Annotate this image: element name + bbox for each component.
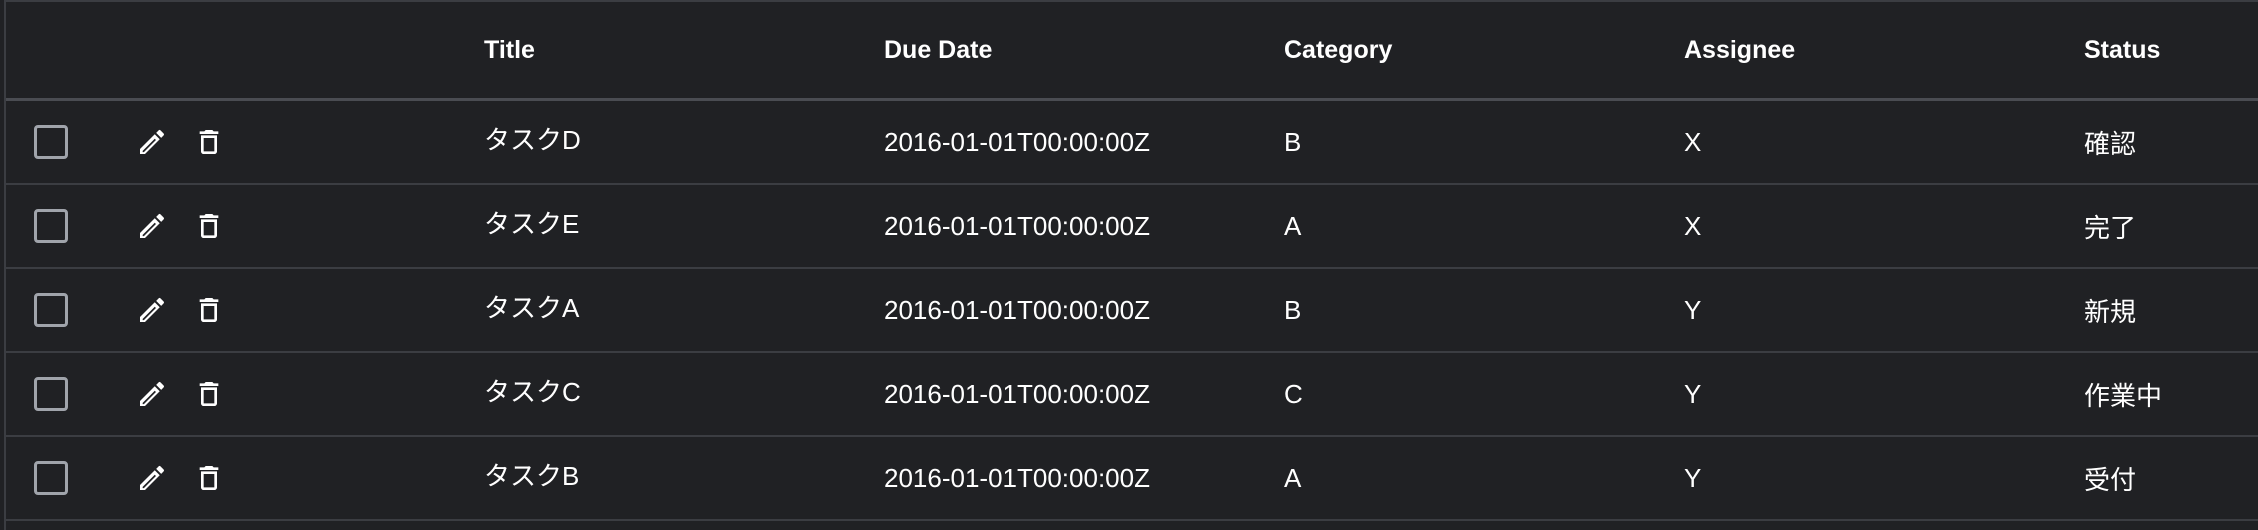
column-header-assignee[interactable]: Assignee	[1684, 2, 1795, 98]
trash-icon[interactable]	[193, 210, 225, 242]
row-select-checkbox[interactable]	[34, 377, 68, 411]
table-row: タスクA 2016-01-01T00:00:00Z B Y 新規	[6, 269, 2258, 353]
row-select-checkbox[interactable]	[34, 125, 68, 159]
row-select-checkbox[interactable]	[34, 461, 68, 495]
trash-icon[interactable]	[193, 294, 225, 326]
pencil-icon[interactable]	[136, 462, 168, 494]
cell-assignee: Y	[1684, 462, 1702, 493]
row-select-checkbox[interactable]	[34, 209, 68, 243]
table-row: タスクE 2016-01-01T00:00:00Z A X 完了	[6, 185, 2258, 269]
column-header-category[interactable]: Category	[1284, 2, 1392, 98]
cell-assignee: Y	[1684, 378, 1702, 409]
column-header-title[interactable]: Title	[484, 2, 535, 98]
column-header-due-date[interactable]: Due Date	[884, 2, 992, 98]
cell-title: タスクB	[484, 460, 580, 491]
cell-due-date: 2016-01-01T00:00:00Z	[884, 462, 1150, 493]
cell-category: A	[1284, 210, 1302, 241]
cell-category: C	[1284, 378, 1303, 409]
cell-category: A	[1284, 462, 1302, 493]
cell-assignee: X	[1684, 126, 1702, 157]
pencil-icon[interactable]	[136, 126, 168, 158]
cell-due-date: 2016-01-01T00:00:00Z	[884, 294, 1150, 325]
cell-title: タスクC	[484, 376, 581, 407]
row-select-checkbox[interactable]	[34, 293, 68, 327]
cell-title: タスクA	[484, 292, 580, 323]
cell-title: タスクE	[484, 208, 580, 239]
pencil-icon[interactable]	[136, 210, 168, 242]
pencil-icon[interactable]	[136, 378, 168, 410]
cell-category: B	[1284, 126, 1302, 157]
table-header-row: Title Due Date Category Assignee Status	[6, 2, 2258, 101]
table-row: タスクC 2016-01-01T00:00:00Z C Y 作業中	[6, 353, 2258, 437]
cell-status: 完了	[2084, 212, 2137, 243]
column-header-status[interactable]: Status	[2084, 2, 2160, 98]
cell-due-date: 2016-01-01T00:00:00Z	[884, 210, 1150, 241]
table-row: タスクD 2016-01-01T00:00:00Z B X 確認	[6, 101, 2258, 185]
cell-status: 新規	[2084, 296, 2137, 327]
cell-assignee: Y	[1684, 294, 1702, 325]
cell-title: タスクD	[484, 124, 581, 155]
cell-category: B	[1284, 294, 1302, 325]
trash-icon[interactable]	[193, 378, 225, 410]
trash-icon[interactable]	[193, 126, 225, 158]
cell-status: 作業中	[2084, 380, 2163, 411]
cell-due-date: 2016-01-01T00:00:00Z	[884, 378, 1150, 409]
cell-due-date: 2016-01-01T00:00:00Z	[884, 126, 1150, 157]
pencil-icon[interactable]	[136, 294, 168, 326]
cell-status: 受付	[2084, 464, 2137, 495]
trash-icon[interactable]	[193, 462, 225, 494]
task-table: Title Due Date Category Assignee Status …	[4, 0, 2258, 530]
cell-assignee: X	[1684, 210, 1702, 241]
cell-status: 確認	[2084, 128, 2137, 159]
table-row: タスクB 2016-01-01T00:00:00Z A Y 受付	[6, 437, 2258, 521]
